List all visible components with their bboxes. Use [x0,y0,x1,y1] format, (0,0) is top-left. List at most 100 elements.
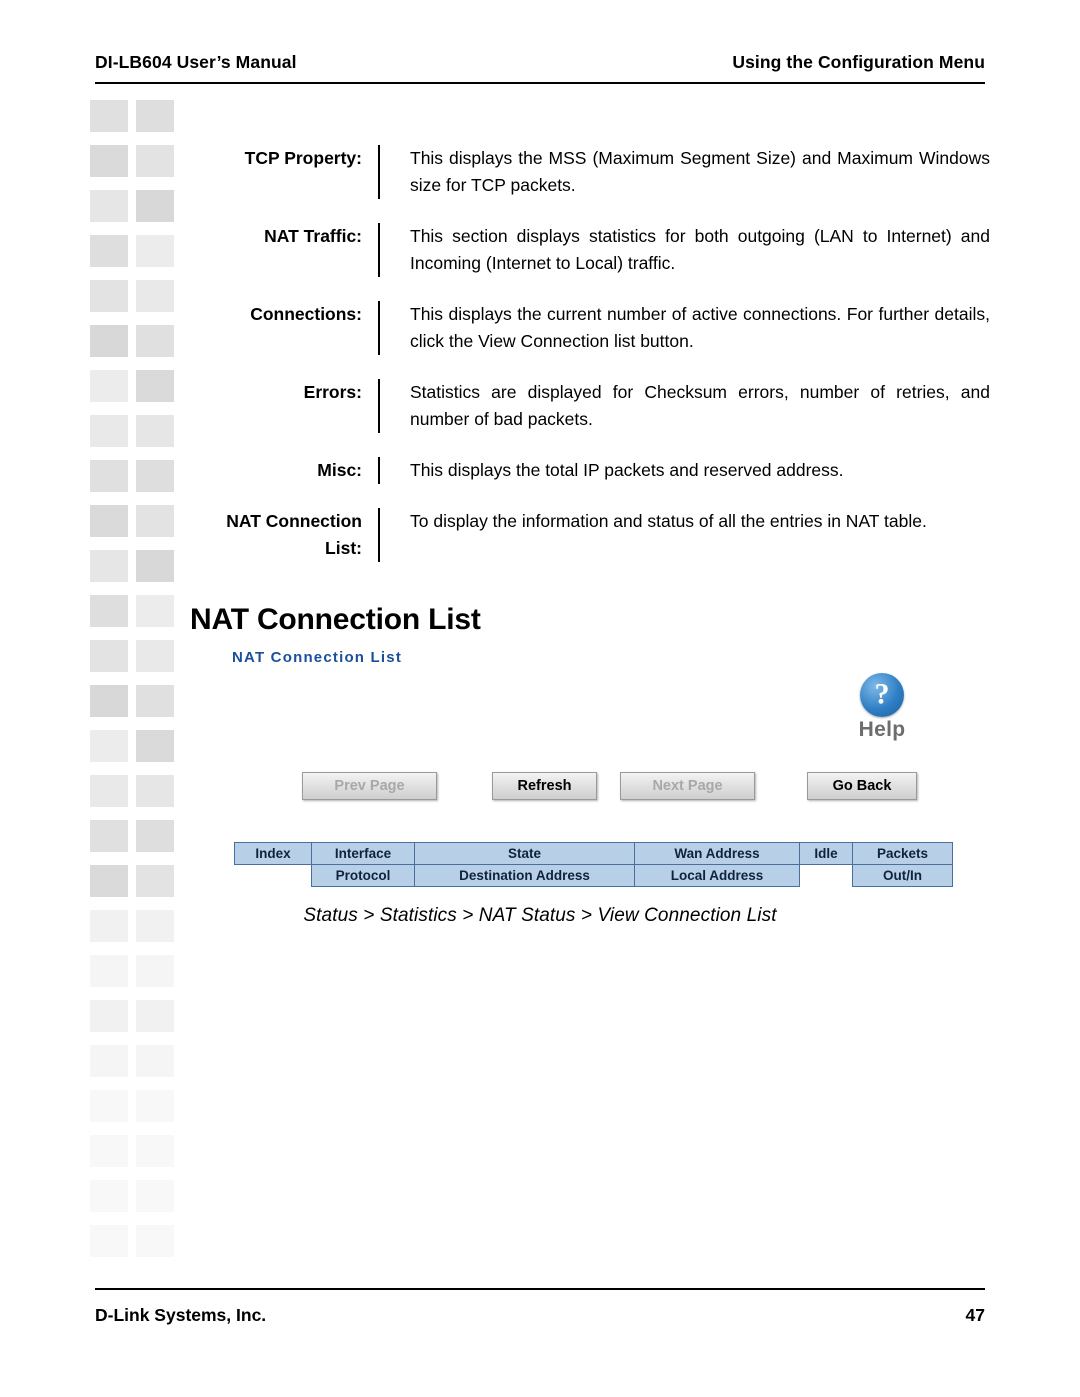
decorative-square [90,1180,128,1212]
decorative-square [136,100,174,132]
decorative-square [136,280,174,312]
decorative-square [136,685,174,717]
page-footer: D-Link Systems, Inc. 47 [95,1305,985,1326]
decorative-square [90,190,128,222]
table-cell-out-in: Out/In [852,864,953,887]
decorative-square [90,415,128,447]
decorative-square [90,235,128,267]
decorative-square [90,460,128,492]
decorative-square [136,640,174,672]
decorative-square [136,865,174,897]
definition-list: TCP Property: This displays the MSS (Maxi… [200,145,990,586]
decorative-square [136,460,174,492]
decorative-square [136,820,174,852]
decorative-square [136,370,174,402]
decorative-square [136,415,174,447]
table-cell-packets: Packets [852,842,953,865]
company-name: D-Link Systems, Inc. [95,1305,267,1325]
help-glyph: ? [874,677,890,711]
footer-divider [95,1288,985,1290]
decorative-square [136,1135,174,1167]
decorative-square [136,1045,174,1077]
definition-row: Misc: This displays the total IP packets … [200,457,990,484]
table-cell-wan-address: Wan Address [634,842,800,865]
header-divider [95,82,985,84]
definition-separator [378,508,380,562]
decorative-square [90,955,128,987]
decorative-square [90,640,128,672]
definition-separator [378,145,380,199]
decorative-square [136,145,174,177]
decorative-square [90,1045,128,1077]
page-header: DI-LB604 User’s Manual Using the Configu… [95,52,985,73]
table-cell-blank [234,864,312,887]
decorative-square [136,730,174,762]
table-cell-protocol: Protocol [311,864,415,887]
decorative-square [136,1090,174,1122]
decorative-square [136,505,174,537]
decorative-square [136,1000,174,1032]
decorative-square [90,550,128,582]
table-cell-destination-address: Destination Address [414,864,635,887]
definition-row: Errors: Statistics are displayed for Chec… [200,379,990,433]
definition-term: Connections: [250,304,362,324]
definition-term: Errors: [303,382,362,402]
pagination-button-row: Prev Page Refresh Next Page Go Back [302,772,932,802]
go-back-button[interactable]: Go Back [807,772,917,800]
table-cell-local-address: Local Address [634,864,800,887]
definition-row: NAT Traffic: This section displays statis… [200,223,990,277]
question-mark-icon: ? [860,673,904,717]
decorative-square [136,235,174,267]
refresh-button[interactable]: Refresh [492,772,597,800]
decorative-square [136,955,174,987]
decorative-square [90,685,128,717]
decorative-square [90,820,128,852]
table-cell-state: State [414,842,635,865]
definition-row: Connections: This displays the current nu… [200,301,990,355]
table-row: Protocol Destination Address Local Addre… [234,864,953,887]
page-number: 47 [965,1305,985,1325]
table-cell-idle: Idle [799,842,853,865]
decorative-square [90,865,128,897]
page-title: NAT Connection List [190,603,481,636]
table-row: Index Interface State Wan Address Idle P… [234,842,953,865]
decorative-square [90,100,128,132]
prev-page-button: Prev Page [302,772,437,800]
decorative-square [90,775,128,807]
definition-separator [378,223,380,277]
definition-description: This section displays statistics for bot… [410,226,990,273]
decorative-square [136,550,174,582]
definition-separator [378,379,380,433]
decorative-square [136,325,174,357]
decorative-square [90,280,128,312]
definition-term: Misc: [317,460,362,480]
table-cell-index: Index [234,842,312,865]
decorative-square [136,190,174,222]
figure-caption: Status > Statistics > NAT Status > View … [303,905,777,926]
decorative-squares [90,100,186,1260]
definition-description: This displays the current number of acti… [410,304,990,351]
decorative-square [136,595,174,627]
decorative-square [90,1000,128,1032]
nat-connection-table: Index Interface State Wan Address Idle P… [234,842,953,887]
chapter-title: Using the Configuration Menu [732,52,985,72]
decorative-square [136,1180,174,1212]
definition-description: To display the information and status of… [410,511,927,531]
decorative-square [90,730,128,762]
next-page-button: Next Page [620,772,755,800]
help-button[interactable]: ? Help [842,673,922,742]
decorative-square [136,775,174,807]
definition-description: This displays the total IP packets and r… [410,460,844,480]
definition-term: NAT Traffic: [264,226,362,246]
nat-connection-list-screenshot: NAT Connection List ? Help Prev Page Refr… [232,645,953,900]
decorative-square [90,595,128,627]
decorative-square [90,505,128,537]
decorative-square [90,1135,128,1167]
definition-term: TCP Property: [244,148,362,168]
definition-description: This displays the MSS (Maximum Segment S… [410,148,990,195]
definition-term: NAT Connection List: [226,511,362,558]
table-cell-blank [799,864,853,887]
decorative-square [136,1225,174,1257]
table-cell-interface: Interface [311,842,415,865]
definition-separator [378,301,380,355]
